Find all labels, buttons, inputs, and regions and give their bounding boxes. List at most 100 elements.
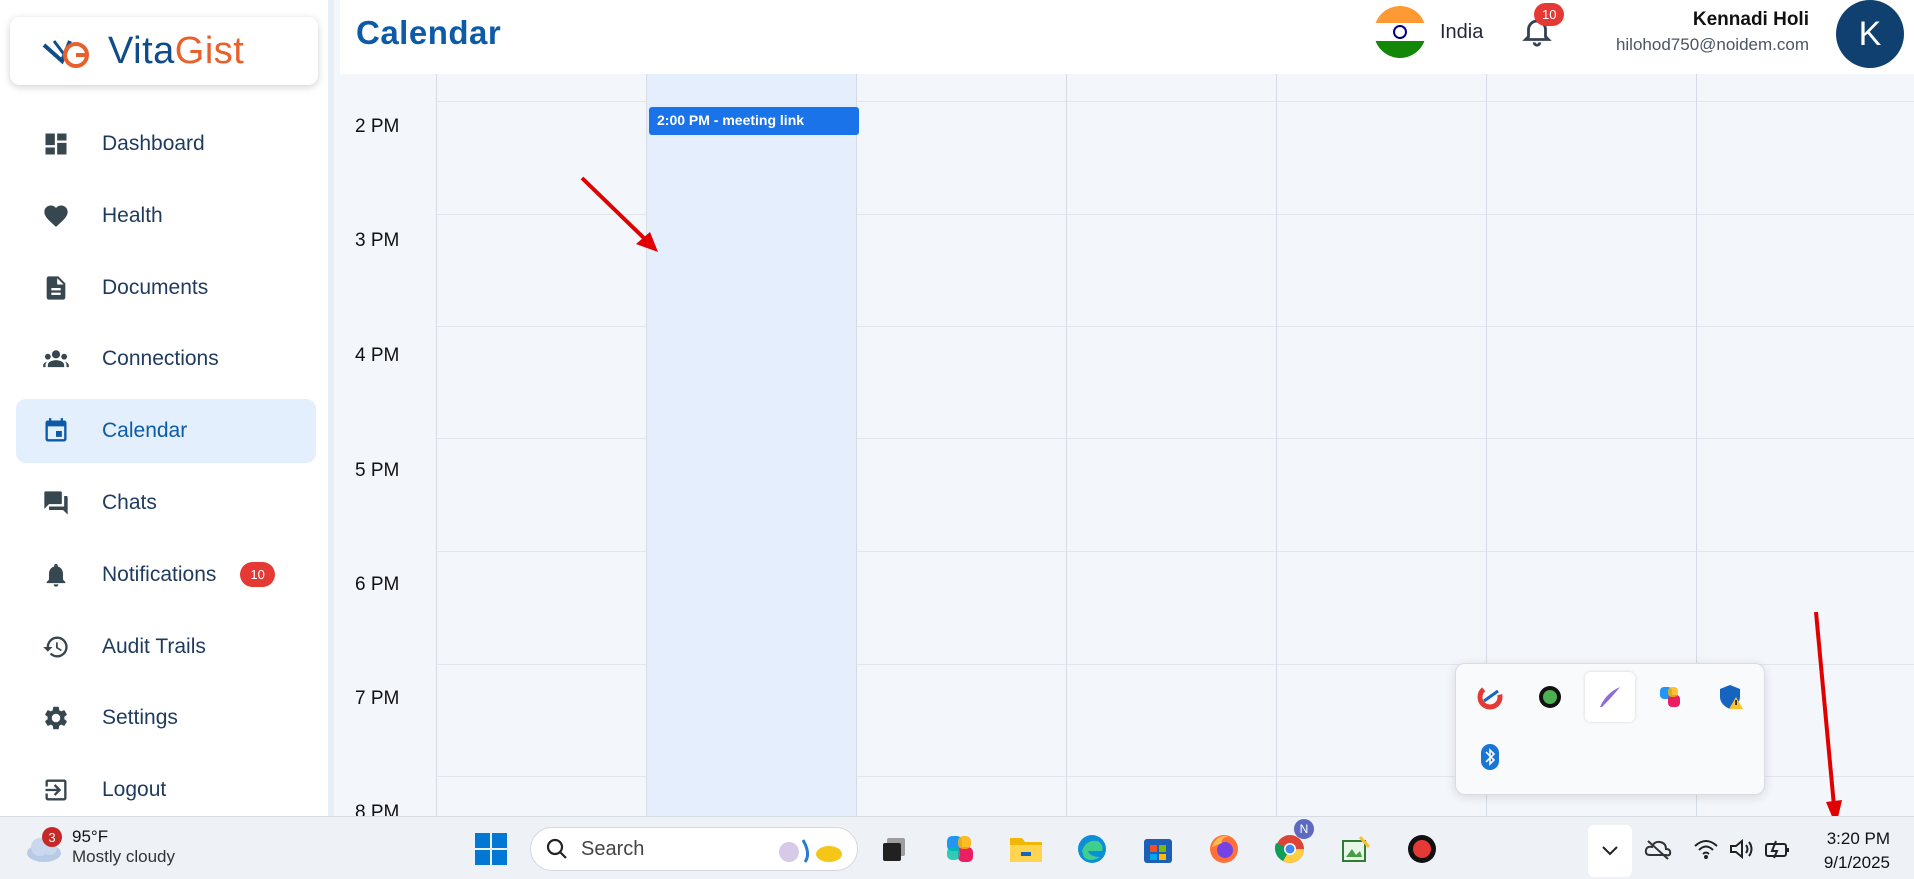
sidebar-item-label: Logout bbox=[102, 778, 167, 802]
weather-alert-badge: 3 bbox=[42, 827, 62, 847]
screen-recorder-button[interactable] bbox=[1402, 829, 1442, 869]
wifi-icon bbox=[1694, 840, 1718, 859]
start-button[interactable] bbox=[471, 829, 511, 869]
record-icon bbox=[1408, 835, 1436, 863]
sidebar-item-label: Audit Trails bbox=[102, 634, 206, 658]
people-icon bbox=[40, 343, 72, 375]
gear-icon bbox=[40, 702, 72, 734]
show-hidden-icons-button[interactable] bbox=[1588, 825, 1632, 877]
copilot-taskbar-button[interactable] bbox=[940, 829, 980, 869]
document-icon bbox=[40, 272, 72, 304]
time-axis: 2 PM 3 PM 4 PM 5 PM 6 PM 7 PM 8 PM bbox=[340, 74, 436, 816]
chevron-down-icon bbox=[1602, 846, 1618, 856]
time-label: 8 PM bbox=[355, 802, 400, 816]
vitagist-logo-icon bbox=[40, 31, 96, 71]
clock-date: 9/1/2025 bbox=[1823, 853, 1890, 872]
folder-icon bbox=[1010, 838, 1042, 862]
sidebar-item-settings[interactable]: Settings bbox=[16, 686, 316, 750]
time-label: 3 PM bbox=[355, 230, 400, 251]
sidebar-item-label: Dashboard bbox=[102, 132, 205, 155]
sidebar-item-label: Connections bbox=[102, 347, 219, 371]
country-selector[interactable]: India bbox=[1374, 6, 1483, 58]
heart-icon bbox=[40, 200, 72, 232]
store-icon bbox=[1144, 839, 1172, 863]
onedrive-offline-button[interactable] bbox=[1638, 829, 1678, 869]
sidebar: VitaGist Dashboard Health Documents Conn… bbox=[0, 0, 334, 816]
edge-browser-button[interactable] bbox=[1072, 829, 1112, 869]
bluetooth-icon[interactable] bbox=[1465, 732, 1515, 782]
sidebar-item-label: Health bbox=[102, 203, 163, 227]
edge-icon bbox=[1078, 835, 1106, 863]
sidebar-item-label: Calendar bbox=[102, 419, 188, 443]
user-email: hilohod750@noidem.com bbox=[1615, 35, 1809, 54]
paint-app-button[interactable] bbox=[1336, 829, 1376, 869]
clock-time: 3:20 PM bbox=[1826, 829, 1890, 848]
day-column[interactable] bbox=[856, 74, 1066, 816]
feather-icon[interactable] bbox=[1585, 672, 1635, 722]
day-column-today[interactable] bbox=[646, 74, 856, 816]
file-explorer-button[interactable] bbox=[1006, 829, 1046, 869]
sidebar-nav: Dashboard Health Documents Connections C… bbox=[16, 112, 316, 830]
firefox-button[interactable] bbox=[1204, 829, 1244, 869]
wifi-button[interactable] bbox=[1686, 829, 1726, 869]
battery-charging-icon bbox=[1765, 840, 1789, 859]
cloud-off-icon bbox=[1644, 840, 1672, 860]
weather-description: Mostly cloudy bbox=[72, 847, 175, 866]
search-highlight-icon bbox=[779, 839, 842, 863]
sidebar-item-label: Settings bbox=[102, 706, 178, 730]
time-label: 5 PM bbox=[355, 460, 400, 481]
user-name: Kennadi Holi bbox=[1692, 9, 1809, 30]
sidebar-item-documents[interactable]: Documents bbox=[16, 256, 316, 320]
chrome-button[interactable]: N bbox=[1270, 819, 1314, 869]
hidden-tray-icons-popup bbox=[1455, 663, 1765, 795]
windows-logo-icon bbox=[475, 833, 507, 865]
weather-temperature: 95°F bbox=[72, 827, 109, 846]
firefox-icon bbox=[1210, 835, 1238, 863]
sidebar-item-connections[interactable]: Connections bbox=[16, 327, 316, 391]
copilot-icon[interactable] bbox=[1645, 672, 1695, 722]
weather-widget[interactable]: 3 95°F Mostly cloudy bbox=[24, 827, 175, 867]
top-header: Calendar India 10 Kennadi Holi hilohod75… bbox=[340, 0, 1914, 74]
taskbar-search[interactable]: Search bbox=[530, 827, 858, 871]
sidebar-item-notifications[interactable]: Notifications 10 bbox=[16, 543, 316, 607]
ccleaner-icon[interactable] bbox=[1465, 672, 1515, 722]
time-label: 7 PM bbox=[355, 688, 400, 709]
sidebar-item-dashboard[interactable]: Dashboard bbox=[16, 112, 316, 176]
sidebar-item-logout[interactable]: Logout bbox=[16, 758, 316, 822]
system-clock[interactable]: 3:20 PM 9/1/2025 bbox=[1824, 827, 1890, 875]
calendar-event[interactable]: 2:00 PM - meeting link bbox=[649, 107, 859, 135]
day-column[interactable] bbox=[436, 74, 646, 816]
notification-count-badge: 10 bbox=[240, 562, 275, 588]
search-label: Search bbox=[581, 837, 645, 860]
sidebar-item-health[interactable]: Health bbox=[16, 184, 316, 248]
calendar-icon bbox=[40, 415, 72, 447]
sidebar-item-label: Documents bbox=[102, 275, 209, 299]
brand-name: VitaGist bbox=[108, 29, 245, 72]
search-icon bbox=[546, 838, 567, 859]
header-notification-badge: 10 bbox=[1534, 3, 1565, 26]
speaker-icon bbox=[1730, 838, 1753, 860]
green-status-icon[interactable] bbox=[1525, 672, 1575, 722]
security-warning-icon[interactable] bbox=[1705, 672, 1755, 722]
brand-logo[interactable]: VitaGist bbox=[10, 17, 318, 85]
country-name: India bbox=[1440, 20, 1484, 43]
day-column[interactable] bbox=[1066, 74, 1276, 816]
history-icon bbox=[40, 631, 72, 663]
avatar[interactable]: K bbox=[1836, 0, 1904, 68]
page-title: Calendar bbox=[356, 14, 502, 51]
time-label: 6 PM bbox=[355, 574, 400, 595]
time-label: 2 PM bbox=[355, 116, 400, 137]
sidebar-item-audit-trails[interactable]: Audit Trails bbox=[16, 615, 316, 679]
volume-button[interactable] bbox=[1722, 829, 1762, 869]
sidebar-item-chats[interactable]: Chats bbox=[16, 471, 316, 535]
sidebar-item-calendar[interactable]: Calendar bbox=[16, 399, 316, 464]
microsoft-store-button[interactable] bbox=[1138, 829, 1178, 869]
battery-button[interactable] bbox=[1758, 829, 1798, 869]
copilot-icon bbox=[947, 836, 973, 862]
task-view-button[interactable] bbox=[874, 829, 914, 869]
bell-icon bbox=[40, 559, 72, 591]
chrome-profile-badge: N bbox=[1294, 819, 1314, 839]
sidebar-item-label: Chats bbox=[102, 490, 157, 514]
logout-icon bbox=[40, 774, 72, 806]
india-flag-icon bbox=[1374, 6, 1426, 58]
